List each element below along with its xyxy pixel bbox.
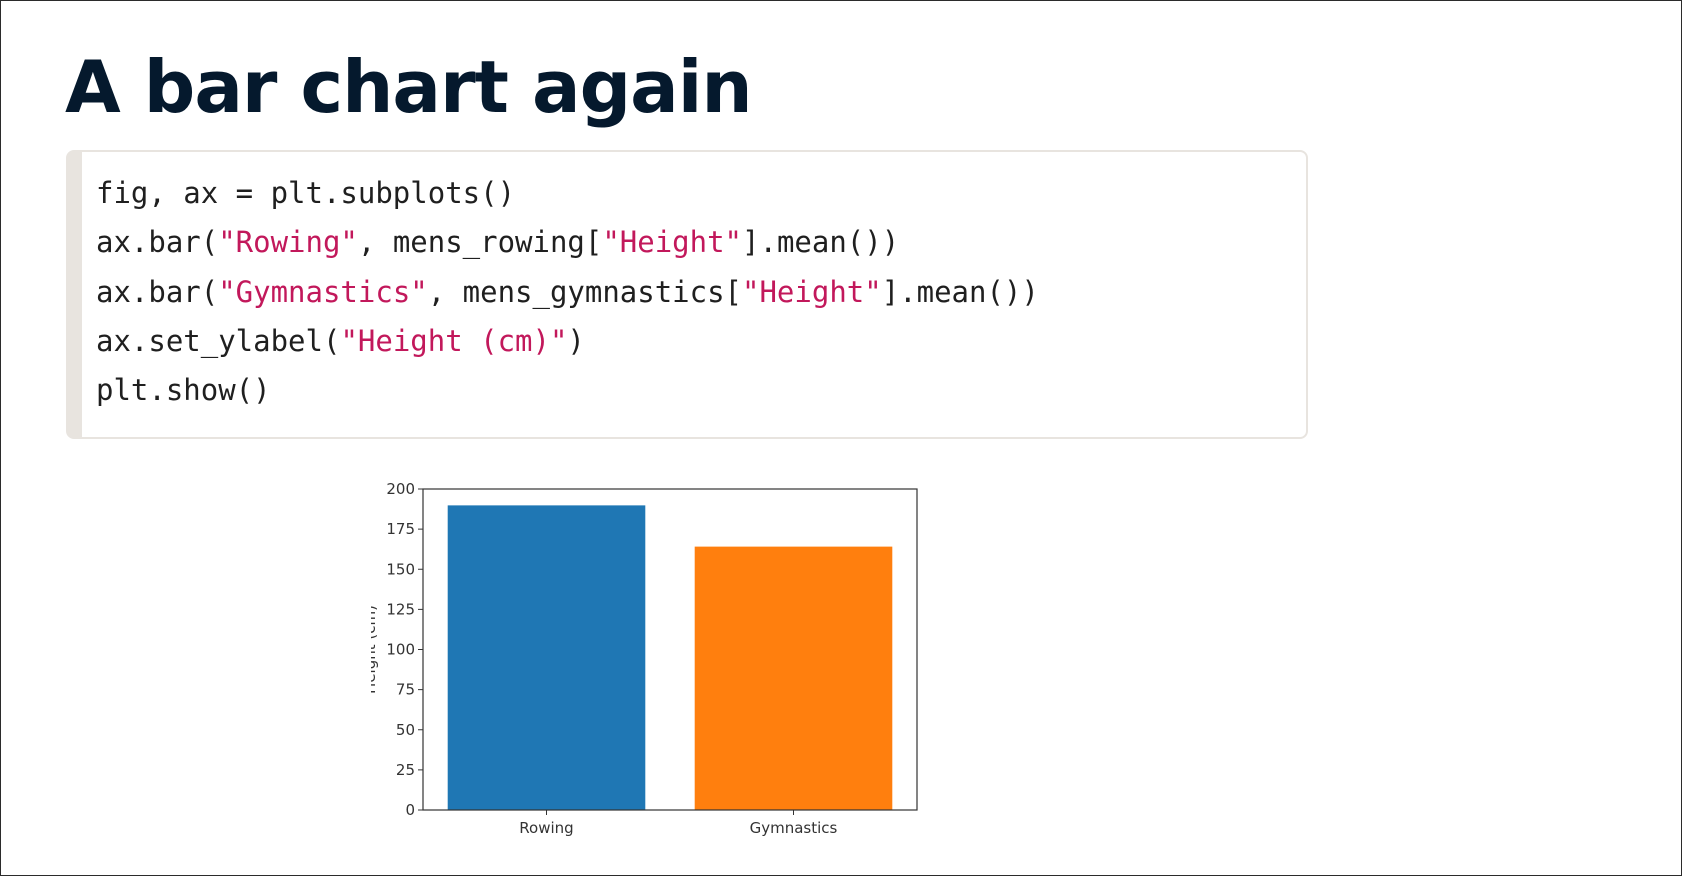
code-string: "Height (cm)" [340, 324, 568, 358]
code-line-4: ax.set_ylabel("Height (cm)") [96, 321, 585, 361]
y-tick-label: 75 [396, 681, 415, 699]
code-token: fig, ax = plt.subplots() [96, 176, 516, 210]
code-token: ax.bar( [96, 225, 219, 259]
code-line-5: plt.show() [96, 370, 271, 410]
code-token: ].mean()) [742, 225, 900, 259]
code-line-1: fig, ax = plt.subplots() [96, 173, 515, 213]
y-tick-label: 50 [396, 721, 415, 739]
x-tick-label: Rowing [519, 819, 573, 837]
bar-chart-svg: Rowing Gymnastics 0 25 50 75 100 125 150 175 200 He… [371, 480, 918, 837]
y-tick-label: 25 [396, 761, 415, 779]
bar-rowing [447, 505, 646, 810]
y-axis-label: Height (cm) [371, 605, 379, 694]
code-block: fig, ax = plt.subplots() ax.bar("Rowing"… [66, 150, 1308, 439]
code-token: , mens_gymnastics[ [427, 275, 743, 309]
code-token: ax.set_ylabel( [96, 324, 341, 358]
bar-chart: Rowing Gymnastics 0 25 50 75 100 125 150 175 200 He… [371, 471, 1011, 871]
y-tick-label: 150 [386, 560, 415, 578]
y-tick-label: 0 [405, 801, 415, 819]
code-line-2: ax.bar("Rowing", mens_rowing["Height"].m… [96, 222, 899, 262]
slide: A bar chart again fig, ax = plt.subplots… [0, 0, 1682, 876]
code-token: plt.show() [96, 373, 271, 407]
y-tick-label: 125 [386, 600, 415, 618]
bar-gymnastics [694, 546, 893, 810]
code-string: "Gymnastics" [218, 275, 428, 309]
code-string: "Rowing" [218, 225, 358, 259]
code-token: , mens_rowing[ [357, 225, 603, 259]
y-tick-label: 175 [386, 520, 415, 538]
code-token: ) [567, 324, 585, 358]
y-tick-label: 100 [386, 641, 415, 659]
code-token: ].mean()) [881, 275, 1039, 309]
y-tick-label: 200 [386, 480, 415, 498]
x-tick-label: Gymnastics [750, 819, 838, 837]
code-string: "Height" [742, 275, 882, 309]
code-string: "Height" [602, 225, 743, 259]
slide-title: A bar chart again [65, 45, 753, 129]
code-line-3: ax.bar("Gymnastics", mens_gymnastics["He… [96, 272, 1039, 312]
code-token: ax.bar( [96, 275, 219, 309]
